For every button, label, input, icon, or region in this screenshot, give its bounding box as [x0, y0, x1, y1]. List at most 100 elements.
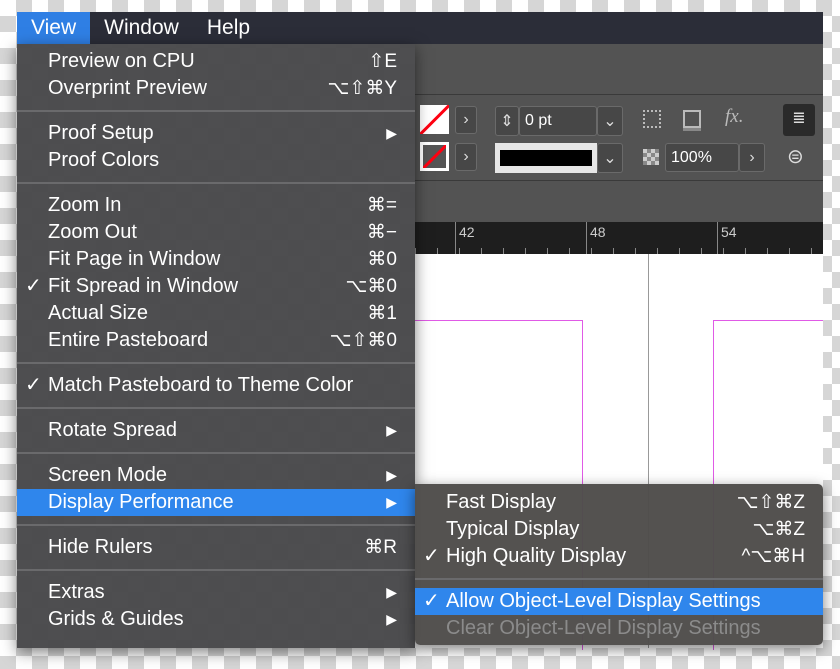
menu-separator: [17, 174, 415, 192]
menu-item-label: Entire Pasteboard: [48, 329, 209, 351]
stroke-expand-button[interactable]: ›: [455, 143, 477, 171]
menu-item-label: Typical Display: [446, 518, 580, 540]
menu-item-preview-on-cpu[interactable]: Preview on CPU ⇧E: [17, 48, 415, 75]
ruler-label: 54: [721, 224, 737, 240]
stroke-type-dropdown[interactable]: ⌄: [597, 143, 623, 173]
opacity-expand-button[interactable]: ›: [739, 143, 765, 172]
menu-item-label: Fast Display: [446, 491, 557, 513]
horizontal-ruler[interactable]: 42 48 54: [415, 222, 823, 254]
checkmark-icon: ✓: [423, 545, 440, 567]
menu-item-allow-object-level-display-settings[interactable]: ✓ Allow Object-Level Display Settings: [415, 588, 823, 615]
menu-item-zoom-in[interactable]: Zoom In ⌘=: [17, 192, 415, 219]
submenu-arrow-icon: ▶: [386, 422, 397, 438]
menu-item-label: Actual Size: [48, 302, 149, 324]
corner-options-icon[interactable]: [643, 110, 661, 128]
stroke-weight-dropdown[interactable]: ⌄: [597, 106, 623, 136]
menu-item-label: Grids & Guides: [48, 608, 184, 630]
ruler-label: 48: [590, 224, 606, 240]
menu-item-proof-colors[interactable]: Proof Colors: [17, 147, 415, 174]
menu-item-label: Fit Spread in Window: [48, 275, 239, 297]
menu-item-hide-rulers[interactable]: Hide Rulers ⌘R: [17, 534, 415, 561]
menu-item-zoom-out[interactable]: Zoom Out ⌘−: [17, 219, 415, 246]
drop-shadow-icon[interactable]: [683, 110, 701, 128]
shortcut-label: ⌘0: [367, 249, 397, 270]
menu-item-label: Display Performance: [48, 491, 234, 513]
menu-item-typical-display[interactable]: Typical Display ⌥⌘Z: [415, 516, 823, 543]
shortcut-label: ⌥⇧⌘Z: [736, 492, 805, 513]
menu-item-display-performance[interactable]: Display Performance ▶: [17, 489, 415, 516]
menu-item-label: Screen Mode: [48, 464, 167, 486]
display-performance-submenu: Fast Display ⌥⇧⌘Z Typical Display ⌥⌘Z ✓ High …: [415, 484, 823, 645]
checkmark-icon: ✓: [25, 275, 42, 297]
menu-item-grids-guides[interactable]: Grids & Guides ▶: [17, 606, 415, 633]
checkmark-icon: ✓: [25, 374, 42, 396]
menu-item-clear-object-level-display-settings: Clear Object-Level Display Settings: [415, 615, 823, 642]
shortcut-label: ⇧E: [368, 51, 397, 72]
menu-item-label: Rotate Spread: [48, 419, 177, 441]
submenu-arrow-icon: ▶: [386, 467, 397, 483]
shortcut-label: ⌥⇧⌘0: [329, 330, 397, 351]
effects-icon[interactable]: fx.: [725, 106, 743, 128]
submenu-arrow-icon: ▶: [386, 611, 397, 627]
menu-separator: [17, 561, 415, 579]
menu-item-screen-mode[interactable]: Screen Mode ▶: [17, 462, 415, 489]
menu-item-label: Proof Colors: [48, 149, 160, 171]
menu-item-fit-spread-in-window[interactable]: ✓ Fit Spread in Window ⌥⌘0: [17, 273, 415, 300]
menu-item-overprint-preview[interactable]: Overprint Preview ⌥⇧⌘Y: [17, 75, 415, 102]
opacity-icon: [643, 149, 659, 165]
menu-window[interactable]: Window: [90, 12, 193, 44]
menu-item-entire-pasteboard[interactable]: Entire Pasteboard ⌥⇧⌘0: [17, 327, 415, 354]
menu-item-label: Zoom Out: [48, 221, 137, 243]
menu-bar: View Window Help: [17, 12, 823, 44]
shortcut-label: ^⌥⌘H: [741, 546, 805, 567]
stroke-weight-stepper[interactable]: ⇕: [495, 106, 519, 136]
menu-help[interactable]: Help: [193, 12, 264, 44]
menu-item-rotate-spread[interactable]: Rotate Spread ▶: [17, 417, 415, 444]
submenu-arrow-icon: ▶: [386, 584, 397, 600]
shortcut-label: ⌘R: [364, 537, 397, 558]
menu-item-fast-display[interactable]: Fast Display ⌥⇧⌘Z: [415, 489, 823, 516]
menu-item-label: Proof Setup: [48, 122, 154, 144]
stroke-type-select[interactable]: [495, 143, 597, 173]
menu-item-proof-setup[interactable]: Proof Setup ▶: [17, 120, 415, 147]
menu-item-label: Match Pasteboard to Theme Color: [48, 374, 354, 396]
opacity-input[interactable]: 100%: [665, 143, 739, 172]
menu-separator: [17, 399, 415, 417]
menu-item-extras[interactable]: Extras ▶: [17, 579, 415, 606]
menu-separator: [415, 570, 823, 588]
stroke-weight-input[interactable]: 0 pt: [519, 106, 597, 136]
menu-item-label: Preview on CPU: [48, 50, 195, 72]
stroke-swatch[interactable]: [420, 142, 449, 171]
menu-item-match-pasteboard-to-theme-color[interactable]: ✓ Match Pasteboard to Theme Color: [17, 372, 415, 399]
shortcut-label: ⌘−: [366, 222, 397, 243]
checkmark-icon: ✓: [423, 590, 440, 612]
ruler-label: 42: [459, 224, 475, 240]
shortcut-label: ⌘=: [366, 195, 397, 216]
menu-item-label: Fit Page in Window: [48, 248, 221, 270]
shortcut-label: ⌥⇧⌘Y: [327, 78, 398, 99]
menu-item-label: High Quality Display: [446, 545, 627, 567]
menu-view[interactable]: View: [17, 12, 91, 44]
menu-item-label: Overprint Preview: [48, 77, 207, 99]
shortcut-label: ⌘1: [367, 303, 397, 324]
wrap-object-icon[interactable]: ⊜: [787, 144, 804, 169]
view-menu: Preview on CPU ⇧E Overprint Preview ⌥⇧⌘Y Pro…: [17, 44, 415, 648]
menu-item-label: Allow Object-Level Display Settings: [446, 590, 761, 612]
menu-separator: [17, 354, 415, 372]
menu-item-label: Extras: [48, 581, 105, 603]
text-wrap-icon[interactable]: ≣: [783, 104, 815, 136]
menu-separator: [17, 102, 415, 120]
submenu-arrow-icon: ▶: [386, 125, 397, 141]
menu-item-label: Hide Rulers: [48, 536, 153, 558]
fill-swatch[interactable]: [420, 105, 449, 134]
menu-item-fit-page-in-window[interactable]: Fit Page in Window ⌘0: [17, 246, 415, 273]
shortcut-label: ⌥⌘0: [345, 276, 397, 297]
submenu-arrow-icon: ▶: [386, 494, 397, 510]
menu-item-label: Zoom In: [48, 194, 122, 216]
shortcut-label: ⌥⌘Z: [752, 519, 805, 540]
fill-expand-button[interactable]: ›: [455, 106, 477, 134]
menu-item-actual-size[interactable]: Actual Size ⌘1: [17, 300, 415, 327]
menu-separator: [17, 444, 415, 462]
menu-item-high-quality-display[interactable]: ✓ High Quality Display ^⌥⌘H: [415, 543, 823, 570]
menu-separator: [17, 516, 415, 534]
